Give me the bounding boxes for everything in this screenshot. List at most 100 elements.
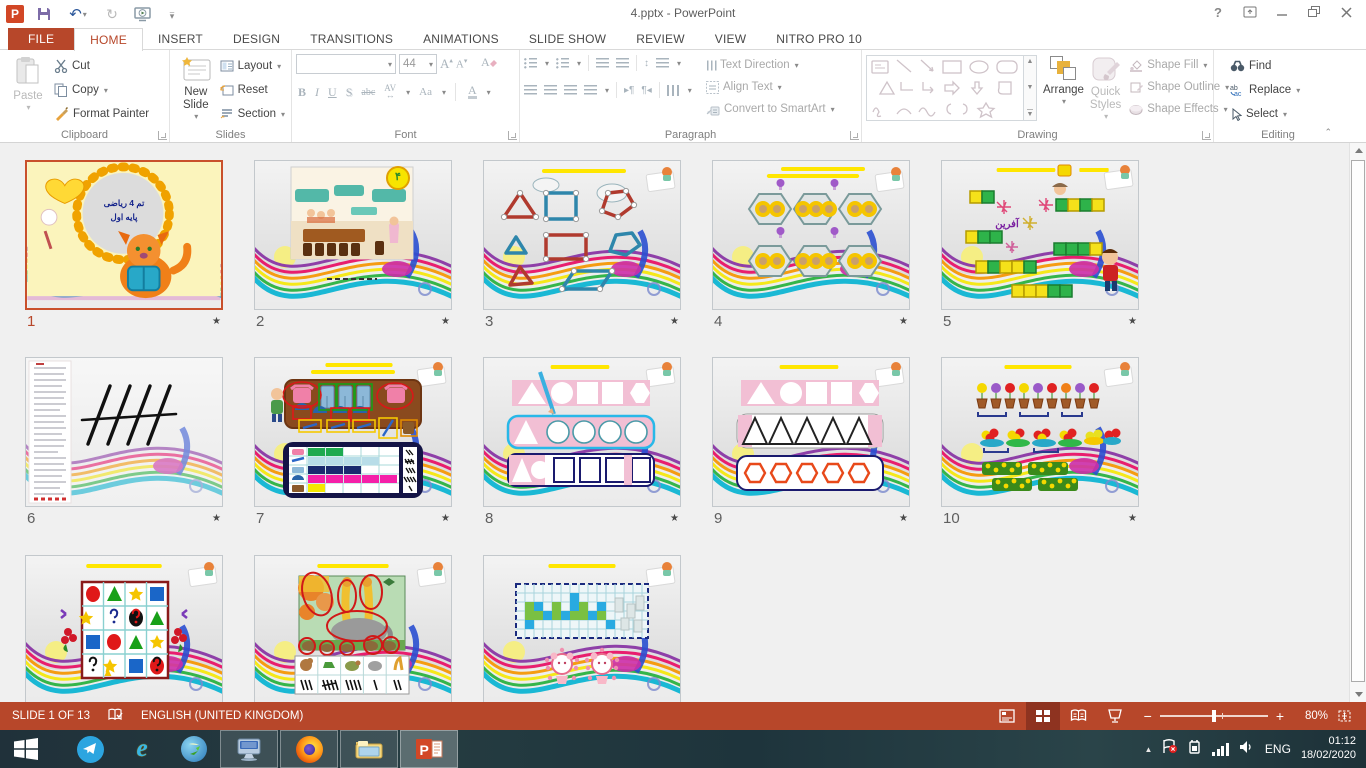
section-button[interactable]: Section▾: [218, 103, 287, 125]
volume-icon[interactable]: [1239, 740, 1255, 759]
zoom-in-icon[interactable]: +: [1276, 708, 1284, 724]
tab-slide-show[interactable]: SLIDE SHOW: [514, 28, 621, 50]
zoom-out-icon[interactable]: −: [1144, 708, 1152, 724]
battery-icon[interactable]: [1188, 739, 1202, 759]
slide-indicator[interactable]: SLIDE 1 OF 13: [12, 710, 90, 722]
drawing-dialog-launcher[interactable]: [1202, 131, 1211, 140]
action-center-icon[interactable]: [1162, 739, 1178, 759]
input-language-indicator[interactable]: ENG: [1265, 742, 1291, 756]
slide-thumbnail-3[interactable]: 3★: [483, 160, 681, 330]
convert-smartart-button[interactable]: Convert to SmartArt▾: [706, 99, 835, 119]
slide-sorter-pane[interactable]: تم 4 ریاضی پایه اول 1★: [0, 143, 1366, 702]
minimize-icon[interactable]: [1268, 2, 1296, 22]
strikethrough-icon[interactable]: abc: [361, 87, 375, 98]
internet-explorer-icon[interactable]: e: [116, 730, 168, 768]
tab-review[interactable]: REVIEW: [621, 28, 700, 50]
layout-button[interactable]: Layout▾: [218, 55, 287, 77]
increase-indent-icon[interactable]: [616, 58, 629, 69]
tab-animations[interactable]: ANIMATIONS: [408, 28, 514, 50]
numbering-icon[interactable]: [556, 58, 569, 69]
shapes-gallery-scroll[interactable]: ▲▼▼: [1024, 55, 1037, 121]
slide-thumbnail-10[interactable]: 10★: [941, 357, 1139, 527]
help-icon[interactable]: ?: [1204, 2, 1232, 22]
font-name-combo[interactable]: ▾: [296, 54, 396, 74]
start-button[interactable]: [0, 730, 52, 768]
shapes-gallery[interactable]: [866, 55, 1024, 121]
powerpoint-taskbar-button[interactable]: P: [400, 730, 458, 768]
columns-icon[interactable]: [667, 85, 680, 96]
slide-thumbnail-2[interactable]: ۴ 2★: [254, 160, 452, 330]
copy-button[interactable]: Copy▾: [52, 79, 151, 101]
scroll-down-icon[interactable]: [1350, 687, 1366, 702]
slide-thumbnail-13[interactable]: 13★: [483, 555, 681, 702]
tab-view[interactable]: VIEW: [700, 28, 761, 50]
ltr-text-icon[interactable]: ▸¶: [624, 85, 634, 96]
select-button[interactable]: Select▾: [1228, 103, 1338, 125]
arrange-button[interactable]: Arrange▾: [1043, 52, 1084, 124]
new-slide-button[interactable]: New Slide▾: [174, 52, 218, 124]
justify-icon[interactable]: [584, 85, 597, 96]
font-size-combo[interactable]: 44▾: [399, 54, 437, 74]
slide-thumbnail-7[interactable]: 7★: [254, 357, 452, 527]
onscreen-keyboard-button[interactable]: [220, 730, 278, 768]
paragraph-dialog-launcher[interactable]: [850, 131, 859, 140]
slide-show-button[interactable]: [1098, 702, 1132, 730]
grow-font-icon[interactable]: A▴: [440, 56, 453, 72]
scrollbar-thumb[interactable]: [1351, 160, 1365, 682]
align-center-icon[interactable]: [544, 85, 557, 96]
slide-thumbnail-6[interactable]: 6★: [25, 357, 223, 527]
align-right-icon[interactable]: [564, 85, 577, 96]
replace-button[interactable]: abac Replace▾: [1228, 79, 1338, 101]
clear-formatting-icon[interactable]: A: [481, 55, 497, 74]
slide-thumbnail-11[interactable]: 11★: [25, 555, 223, 702]
fit-to-window-icon[interactable]: [1330, 702, 1358, 730]
paste-button[interactable]: Paste▾: [4, 52, 52, 124]
line-spacing-icon[interactable]: ↕: [644, 58, 649, 69]
zoom-level[interactable]: 80%: [1290, 710, 1328, 722]
network-signal-icon[interactable]: [1212, 743, 1229, 756]
cut-button[interactable]: Cut: [52, 55, 151, 77]
tab-design[interactable]: DESIGN: [218, 28, 295, 50]
format-painter-button[interactable]: Format Painter: [52, 103, 151, 125]
telegram-icon[interactable]: [64, 730, 116, 768]
rtl-text-icon[interactable]: ¶◂: [641, 85, 651, 96]
shadow-icon[interactable]: S: [346, 85, 353, 100]
ribbon-display-options-icon[interactable]: [1236, 2, 1264, 22]
language-indicator[interactable]: ENGLISH (UNITED KINGDOM): [141, 710, 303, 722]
shrink-font-icon[interactable]: A▾: [456, 57, 467, 71]
slide-thumbnail-8[interactable]: 8★: [483, 357, 681, 527]
tab-home[interactable]: HOME: [74, 28, 143, 51]
collapse-ribbon-icon[interactable]: ⌃: [1324, 127, 1332, 138]
underline-icon[interactable]: U: [328, 85, 337, 100]
decrease-indent-icon[interactable]: [596, 58, 609, 69]
font-color-icon[interactable]: A: [468, 85, 477, 99]
zoom-slider[interactable]: [1160, 715, 1268, 717]
vertical-scrollbar[interactable]: [1349, 143, 1366, 702]
close-icon[interactable]: [1332, 2, 1360, 22]
tab-nitro-pro[interactable]: NITRO PRO 10: [761, 28, 877, 50]
quick-styles-button[interactable]: Quick Styles▾: [1090, 52, 1121, 124]
slide-thumbnail-12[interactable]: 12★: [254, 555, 452, 702]
tab-insert[interactable]: INSERT: [143, 28, 218, 50]
normal-view-button[interactable]: [990, 702, 1024, 730]
firefox-icon[interactable]: [280, 730, 338, 768]
spellcheck-icon[interactable]: [108, 708, 123, 725]
align-left-icon[interactable]: [524, 85, 537, 96]
show-hidden-icons[interactable]: ▲: [1145, 745, 1153, 754]
align-text-button[interactable]: Align Text▾: [706, 77, 835, 97]
tab-file[interactable]: FILE: [8, 28, 74, 50]
change-case-icon[interactable]: Aa: [419, 86, 432, 98]
find-button[interactable]: Find: [1228, 55, 1338, 77]
zoom-slider-handle[interactable]: [1212, 710, 1216, 722]
slide-thumbnail-1[interactable]: تم 4 ریاضی پایه اول 1★: [25, 160, 223, 330]
slide-thumbnail-5[interactable]: آفرین 5★: [941, 160, 1139, 330]
reading-view-button[interactable]: [1062, 702, 1096, 730]
font-dialog-launcher[interactable]: [508, 131, 517, 140]
scroll-up-icon[interactable]: [1350, 143, 1366, 158]
slide-thumbnail-4[interactable]: 4★: [712, 160, 910, 330]
character-spacing-icon[interactable]: AV↔: [384, 85, 396, 99]
file-explorer-icon[interactable]: [340, 730, 398, 768]
reset-button[interactable]: Reset: [218, 79, 287, 101]
slide-sorter-view-button[interactable]: [1026, 702, 1060, 730]
italic-icon[interactable]: I: [315, 85, 319, 100]
